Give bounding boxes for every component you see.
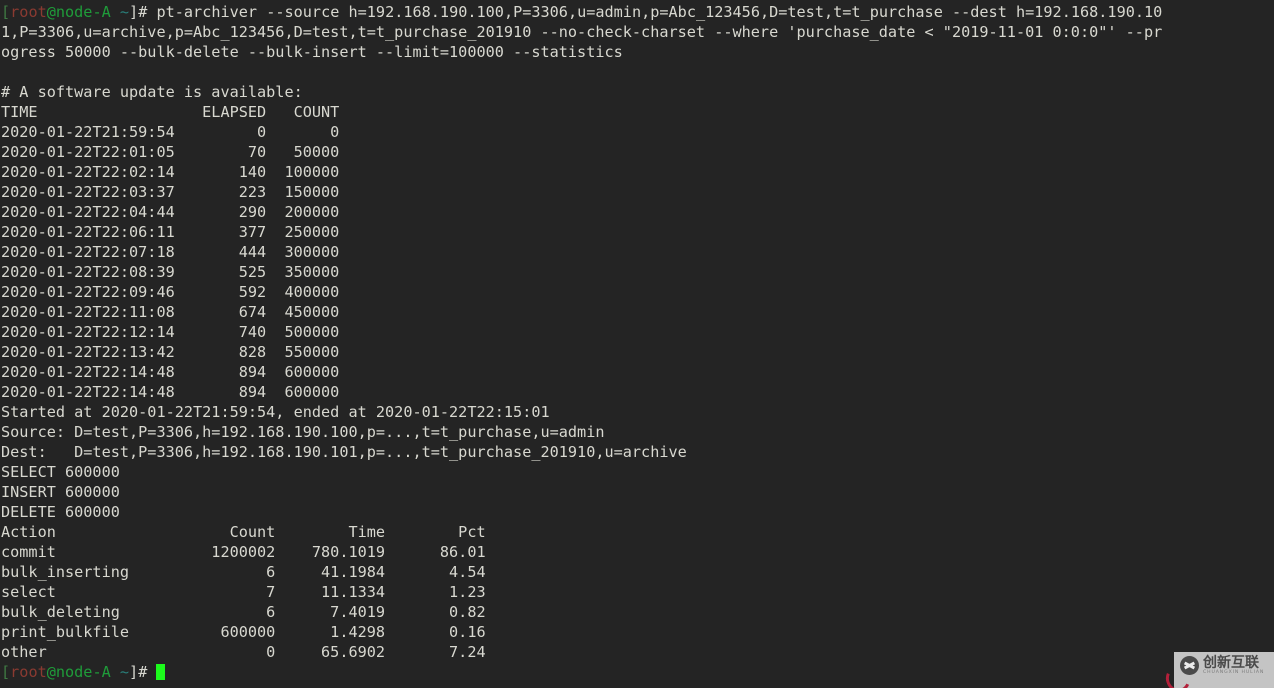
prompt-cwd: ~ [110,3,130,21]
progress-table-row: 2020-01-22T22:09:46 592 400000 [1,283,340,301]
terminal-line-command-2: 1,P=3306,u=archive,p=Abc_123456,D=test,t… [1,23,1163,41]
progress-table-row: 2020-01-22T22:12:14 740 500000 [1,323,340,341]
command-text-part-1: pt-archiver --source h=192.168.190.100,P… [156,3,1163,21]
terminal-line-command-3: ogress 50000 --bulk-delete --bulk-insert… [1,43,623,61]
prompt-user-2: root [10,663,47,681]
summary-started-ended: Started at 2020-01-22T21:59:54, ended at… [1,403,550,421]
progress-table-row: 2020-01-22T22:08:39 525 350000 [1,263,340,281]
progress-table-row: 2020-01-22T21:59:54 0 0 [1,123,340,141]
progress-table-row: 2020-01-22T22:13:42 828 550000 [1,343,340,361]
progress-table-row: 2020-01-22T22:03:37 223 150000 [1,183,340,201]
prompt-bracket-open-2: [ [1,663,11,681]
prompt-bracket-open: [ [1,3,11,21]
action-table-row: commit 1200002 780.1019 86.01 [1,543,486,561]
action-table-row: other 0 65.6902 7.24 [1,643,486,661]
terminal-line-prompt-final: [root@node-A ~]# [0,662,1274,682]
progress-table-row: 2020-01-22T22:01:05 70 50000 [1,143,340,161]
summary-delete: DELETE 600000 [1,503,120,521]
progress-table-row: 2020-01-22T22:06:11 377 250000 [1,223,340,241]
action-table-header: Action Count Time Pct [1,523,486,541]
prompt-host-2: @node-A [46,663,111,681]
action-table-row: print_bulkfile 600000 1.4298 0.16 [1,623,486,641]
prompt-user: root [10,3,47,21]
progress-table-row: 2020-01-22T22:02:14 140 100000 [1,163,340,181]
progress-table-row: 2020-01-22T22:07:18 444 300000 [1,243,340,261]
terminal-window[interactable]: [root@node-A ~]# pt-archiver --source h=… [0,0,1274,688]
prompt-symbol-2: ]# [129,663,157,681]
progress-table-header: TIME ELAPSED COUNT [1,103,340,121]
prompt-host: @node-A [46,3,111,21]
summary-dest: Dest: D=test,P=3306,h=192.168.190.101,p=… [1,443,687,461]
progress-table-row: 2020-01-22T22:11:08 674 450000 [1,303,340,321]
terminal-line-command-1: [root@node-A ~]# pt-archiver --source h=… [0,2,1274,22]
summary-source: Source: D=test,P=3306,h=192.168.190.100,… [1,423,605,441]
update-notice: # A software update is available: [1,83,303,101]
prompt-symbol: ]# [129,3,157,21]
summary-select: SELECT 600000 [1,463,120,481]
action-table-row: bulk_deleting 6 7.4019 0.82 [1,603,486,621]
progress-table-body: 2020-01-22T21:59:54 0 0 2020-01-22T22:01:… [0,122,1274,402]
prompt-cwd-2: ~ [110,663,130,681]
action-table-body: commit 1200002 780.1019 86.01 bulk_insert… [0,542,1274,662]
progress-table-row: 2020-01-22T22:14:48 894 600000 [1,383,340,401]
action-table-row: select 7 11.1334 1.23 [1,583,486,601]
text-cursor[interactable] [156,664,166,680]
summary-insert: INSERT 600000 [1,483,120,501]
progress-table-row: 2020-01-22T22:14:48 894 600000 [1,363,340,381]
action-table-row: bulk_inserting 6 41.1984 4.54 [1,563,486,581]
progress-table-row: 2020-01-22T22:04:44 290 200000 [1,203,340,221]
